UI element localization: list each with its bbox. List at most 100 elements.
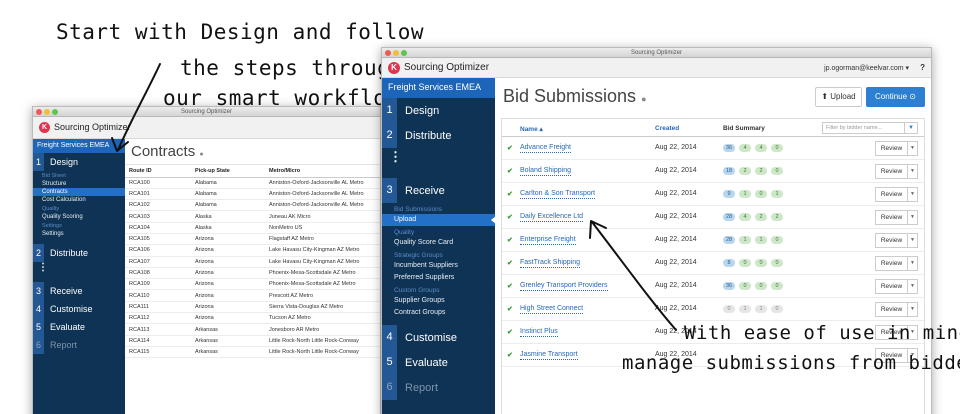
bidder-name-link[interactable]: Enterprise Freight — [520, 236, 576, 245]
review-button[interactable]: Review — [875, 233, 908, 248]
nav-contracts[interactable]: Contracts — [33, 188, 125, 196]
table-cell: RCA105 — [125, 233, 191, 246]
table-row[interactable]: RCA108 Arizona Phoenix-Mesa-Scottsdale AZ … — [125, 267, 380, 280]
bidder-name-link[interactable]: Carlton & Son Transport — [520, 190, 596, 199]
step-design[interactable]: 1 Design — [382, 98, 495, 123]
table-row[interactable]: RCA106 Arizona Lake Havasu City-Kingman AZ… — [125, 244, 380, 257]
nav-incumbent-suppliers[interactable]: Incumbent Suppliers — [382, 260, 495, 272]
minimize-icon[interactable] — [393, 50, 399, 56]
table-cell: Arizona — [191, 289, 265, 302]
nav-structure[interactable]: Structure — [33, 180, 125, 188]
table-row[interactable]: RCA104 Alaska NonMetro US — [125, 222, 380, 234]
nav-settings[interactable]: Settings — [33, 230, 125, 238]
table-row[interactable]: RCA109 Arizona Phoenix-Mesa-Scottsdale AZ … — [125, 278, 380, 291]
nav-quality-scoring[interactable]: Quality Scoring — [33, 213, 125, 221]
review-button[interactable]: Review — [875, 256, 908, 271]
contracts-main: Contracts ● Route ID Pick-up State Metro/M… — [125, 139, 380, 414]
table-row[interactable]: RCA107 Arizona Lake Havasu City-Kingman AZ… — [125, 256, 380, 268]
bidder-name-link[interactable]: Jasmine Transport — [520, 351, 578, 360]
step-number: 3 — [33, 282, 44, 300]
table-row[interactable]: RCA111 Arizona Sierra Vista-Douglas AZ Met… — [125, 301, 380, 314]
minimize-icon[interactable] — [44, 109, 50, 115]
bid-summary: 28 1 1 0 — [723, 236, 783, 244]
bidder-name-link[interactable]: Advance Freight — [520, 144, 571, 153]
column-header[interactable]: Route ID — [125, 165, 191, 178]
review-button[interactable]: Review — [875, 141, 908, 156]
review-button[interactable]: Review — [875, 210, 908, 225]
nav-supplier-groups[interactable]: Supplier Groups — [382, 295, 495, 307]
table-row[interactable]: RCA110 Arizona Prescott AZ Metro — [125, 289, 380, 302]
nav-quality-score-card[interactable]: Quality Score Card — [382, 237, 495, 249]
upload-button[interactable]: ⬆ Upload — [815, 87, 862, 107]
summary-badge: 0 — [771, 259, 783, 267]
filter-icon[interactable]: ▼ — [905, 122, 918, 134]
help-icon[interactable]: ? — [920, 63, 925, 72]
nav-contract-groups[interactable]: Contract Groups — [382, 307, 495, 319]
review-dropdown-icon[interactable]: ▼ — [908, 164, 918, 179]
app-logo-icon: K — [39, 122, 50, 133]
step-design[interactable]: 1 Design — [33, 153, 125, 171]
review-dropdown-icon[interactable]: ▼ — [908, 141, 918, 156]
created-date: Aug 22, 2014 — [655, 213, 697, 220]
filter-input[interactable]: Filter by bidder name... — [822, 122, 905, 134]
continue-button[interactable]: Continue ⊙ — [866, 87, 925, 107]
table-row[interactable]: RCA101 Alabama Anniston-Oxford-Jacksonvill… — [125, 188, 380, 201]
summary-badge: 0 — [755, 190, 767, 198]
review-dropdown-icon[interactable]: ▼ — [908, 187, 918, 202]
table-row[interactable]: RCA102 Alabama Anniston-Oxford-Jacksonvill… — [125, 199, 380, 212]
review-dropdown-icon[interactable]: ▼ — [908, 279, 918, 294]
bidder-name-link[interactable]: Grenley Transport Providers — [520, 282, 608, 291]
bidder-name-link[interactable]: High Street Connect — [520, 305, 584, 314]
step-customise[interactable]: 4 Customise — [382, 325, 495, 350]
column-header[interactable]: Pick-up State — [191, 165, 265, 178]
table-row[interactable]: RCA115 Arkansas Little Rock-North Little R… — [125, 346, 380, 359]
bidder-name-link[interactable]: FastTrack Shipping — [520, 259, 581, 268]
review-dropdown-icon[interactable]: ▼ — [908, 233, 918, 248]
step-report[interactable]: 6 Report — [33, 336, 125, 354]
step-distribute[interactable]: 2 Distribute — [382, 123, 495, 148]
review-dropdown-icon[interactable]: ▼ — [908, 256, 918, 271]
project-title[interactable]: Freight Services EMEA — [382, 78, 495, 98]
review-button[interactable]: Review — [875, 279, 908, 294]
step-receive[interactable]: 3 Receive — [33, 282, 125, 300]
review-dropdown-icon[interactable]: ▼ — [908, 210, 918, 225]
close-icon[interactable] — [36, 109, 42, 115]
review-dropdown-icon[interactable]: ▼ — [908, 302, 918, 317]
close-icon[interactable] — [385, 50, 391, 56]
review-button[interactable]: Review — [875, 302, 908, 317]
info-icon[interactable]: ● — [199, 151, 203, 158]
review-button[interactable]: Review — [875, 164, 908, 179]
bidder-name-link[interactable]: Daily Excellence Ltd — [520, 213, 584, 222]
table-row[interactable]: RCA105 Arizona Flagstaff AZ Metro — [125, 233, 380, 246]
step-distribute[interactable]: 2 Distribute — [33, 244, 125, 262]
submission-row: ✔ Grenley Transport Providers Aug 22, 2014… — [502, 275, 924, 298]
table-row[interactable]: RCA114 Arkansas Little Rock-North Little R… — [125, 335, 380, 347]
project-title[interactable]: Freight Services EMEA — [33, 139, 125, 153]
bidder-name-link[interactable]: Instinct Plus — [520, 328, 558, 337]
step-customise[interactable]: 4 Customise — [33, 300, 125, 318]
user-menu[interactable]: jp.ogorman@keelvar.com ▾ — [824, 64, 909, 72]
summary-badge: 36 — [723, 144, 735, 152]
nav-cost-calculation[interactable]: Cost Calculation — [33, 196, 125, 204]
table-row[interactable]: RCA113 Arkansas Jonesboro AR Metro — [125, 323, 380, 336]
col-created-header[interactable]: Created — [655, 125, 679, 132]
step-report[interactable]: 6 Report — [382, 375, 495, 400]
summary-badge: 0 — [739, 282, 751, 290]
nav-preferred-suppliers[interactable]: Preferred Suppliers — [382, 272, 495, 284]
step-receive[interactable]: 3 Receive — [382, 178, 495, 203]
zoom-icon[interactable] — [401, 50, 407, 56]
table-row[interactable]: RCA100 Alabama Anniston-Oxford-Jacksonvill… — [125, 177, 380, 189]
table-row[interactable]: RCA103 Alaska Juneau AK Micro — [125, 210, 380, 223]
upload-label: Upload — [830, 92, 856, 101]
step-evaluate[interactable]: 5 Evaluate — [33, 318, 125, 336]
info-icon[interactable]: ● — [641, 94, 646, 104]
bidder-name-link[interactable]: Boland Shipping — [520, 167, 571, 176]
zoom-icon[interactable] — [52, 109, 58, 115]
step-evaluate[interactable]: 5 Evaluate — [382, 350, 495, 375]
review-button[interactable]: Review — [875, 187, 908, 202]
table-row[interactable]: RCA112 Arizona Tucson AZ Metro — [125, 312, 380, 325]
column-header[interactable]: Metro/Micro — [265, 165, 380, 178]
col-name-header[interactable]: Name ▴ — [520, 125, 543, 133]
table-cell: RCA109 — [125, 278, 191, 291]
nav-upload[interactable]: Upload — [382, 214, 496, 226]
